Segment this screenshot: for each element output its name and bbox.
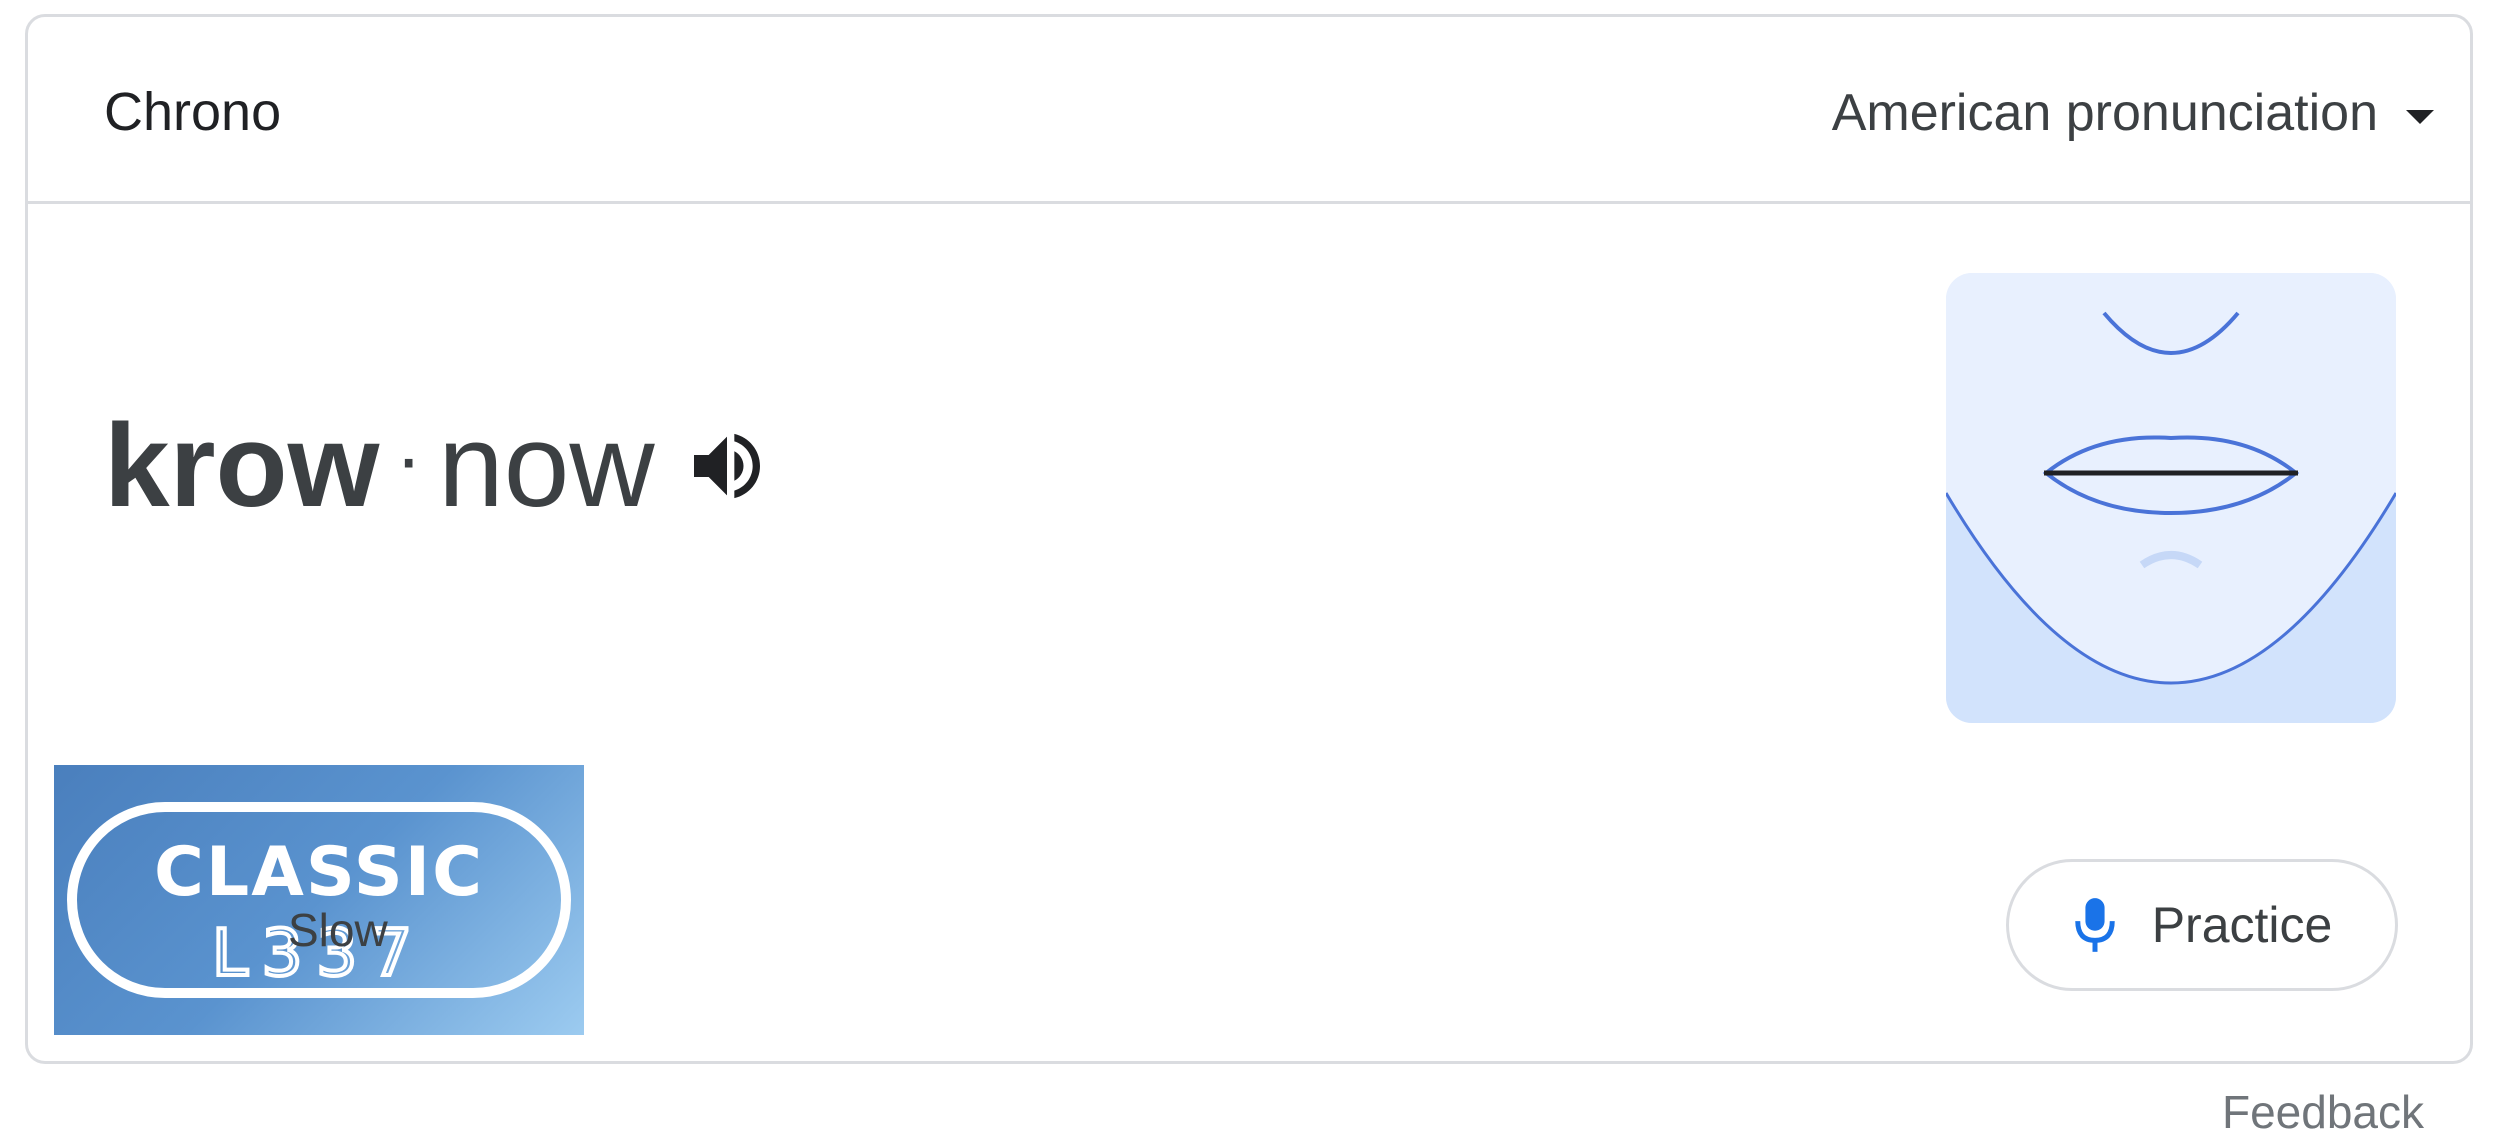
stressed-syllable: krow (104, 400, 380, 532)
phonetic-spelling: krow · now (104, 407, 771, 525)
feedback-link[interactable]: Feedback (2222, 1085, 2424, 1139)
svg-text:CLASSIC: CLASSIC (154, 833, 484, 912)
accent-dropdown[interactable]: American pronunciation (1832, 83, 2434, 143)
practice-label: Practice (2151, 897, 2333, 953)
classic-l337-watermark: CLASSIC L337 (67, 802, 571, 998)
speaker-icon[interactable] (683, 422, 771, 510)
slow-playback-button[interactable]: CLASSIC L337 Slow (54, 765, 584, 1035)
slow-label: Slow (288, 904, 388, 956)
mouth-illustration (1946, 273, 2396, 723)
accent-dropdown-label: American pronunciation (1831, 84, 2378, 142)
pronunciation-card: Chrono American pronunciation krow · now (25, 14, 2473, 1064)
card-header: Chrono American pronunciation (28, 17, 2470, 204)
caret-down-icon (2406, 110, 2434, 124)
microphone-icon (2074, 898, 2115, 952)
syllable-separator: · (395, 413, 423, 502)
lips-diagram (1946, 273, 2396, 723)
word-title: Chrono (104, 82, 282, 142)
practice-button[interactable]: Practice (2006, 859, 2398, 991)
unstressed-syllable: now (438, 400, 655, 532)
